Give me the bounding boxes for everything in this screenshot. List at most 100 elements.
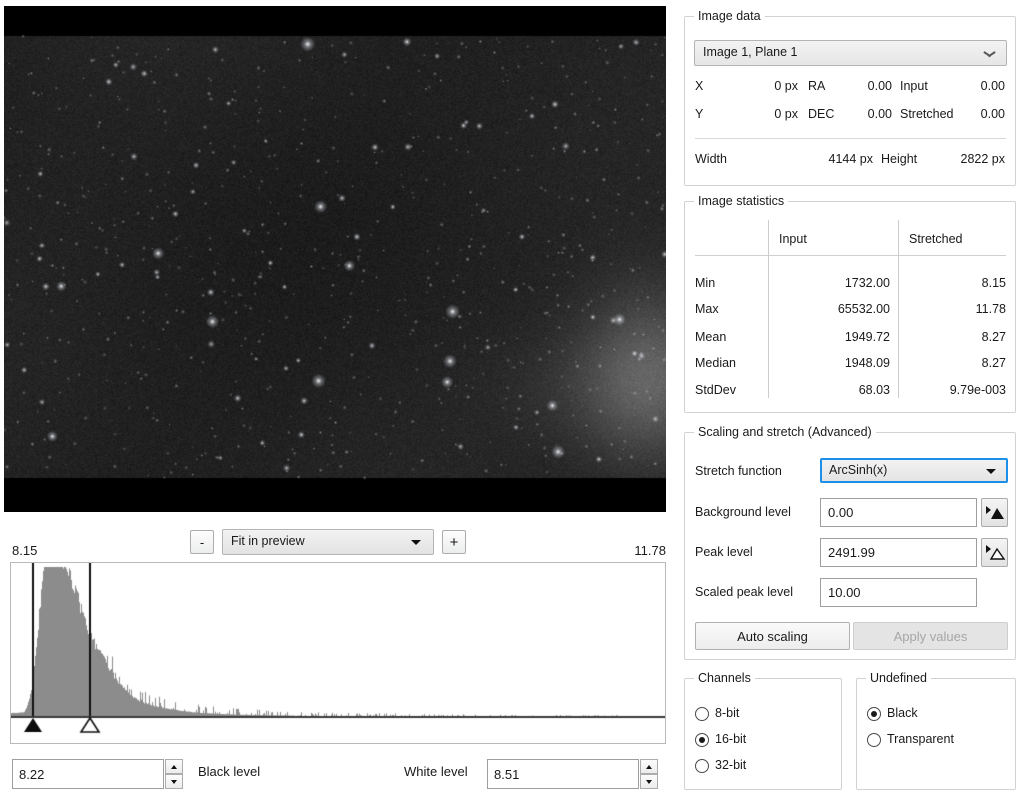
pick-white-point-icon — [986, 545, 1006, 560]
x-label: X — [695, 79, 704, 93]
black-level-stepper[interactable] — [12, 759, 184, 789]
zoom-out-button[interactable]: - — [190, 530, 214, 554]
app-window: - Fit in preview + 8.15 11.78 Black leve… — [0, 0, 1024, 806]
background-level-input[interactable] — [820, 498, 977, 527]
histogram-min-label: 8.15 — [12, 543, 38, 558]
radio-icon — [867, 733, 881, 747]
stats-row-label: Max — [695, 302, 719, 316]
level-controls: Black level White level — [0, 757, 672, 795]
stretched-value: 0.00 — [980, 107, 1005, 121]
zoom-mode-value: Fit in preview — [231, 534, 305, 548]
stretch-function-label: Stretch function — [695, 464, 782, 478]
radio-icon — [695, 707, 709, 721]
black-level-input[interactable] — [12, 759, 164, 789]
stats-row-label: Mean — [695, 330, 727, 344]
dec-label: DEC — [808, 107, 835, 121]
zoom-toolbar: - Fit in preview + — [0, 529, 672, 557]
histogram-max-label: 11.78 — [634, 543, 666, 558]
scaled-peak-level-input[interactable] — [820, 578, 977, 607]
dec-value: 0.00 — [867, 107, 892, 121]
channels-option-label: 8-bit — [715, 706, 740, 720]
right-panel: Image data Image 1, Plane 1 X 0 px RA 0.… — [672, 0, 1024, 806]
stats-row-label: Min — [695, 276, 716, 290]
scaling-stretch-group-title: Scaling and stretch (Advanced) — [694, 425, 876, 439]
scaling-stretch-group: Scaling and stretch (Advanced) Stretch f… — [684, 425, 1016, 660]
undefined-option-label: Black — [887, 706, 918, 720]
plane-select[interactable]: Image 1, Plane 1 — [694, 40, 1007, 66]
height-label: Height — [881, 152, 918, 166]
zoom-in-button[interactable]: + — [442, 530, 466, 554]
pick-background-level-button[interactable] — [981, 498, 1008, 527]
auto-scaling-button[interactable]: Auto scaling — [695, 622, 850, 650]
background-level-label: Background level — [695, 505, 791, 519]
peak-level-label: Peak level — [695, 545, 753, 559]
stretch-function-value: ArcSinh(x) — [829, 463, 888, 477]
channels-option-label: 16-bit — [715, 732, 747, 746]
stretch-function-select[interactable]: ArcSinh(x) — [820, 458, 1008, 483]
plane-select-value: Image 1, Plane 1 — [703, 45, 798, 59]
stats-row-input: 1949.72 — [844, 330, 890, 344]
chevron-down-icon — [984, 51, 995, 58]
image-data-group-title: Image data — [694, 9, 765, 23]
black-level-increment-button[interactable] — [165, 759, 183, 774]
input-label: Input — [900, 79, 928, 93]
stats-row-stretched: 8.27 — [981, 330, 1006, 344]
stats-col-stretched: Stretched — [909, 232, 963, 246]
table-divider — [768, 220, 769, 398]
stats-row-stretched: 9.79e-003 — [949, 383, 1006, 397]
stats-row-input: 1948.09 — [844, 356, 890, 370]
stats-row-input: 65532.00 — [837, 302, 890, 316]
black-level-label: Black level — [198, 764, 261, 779]
stats-row-label: StdDev — [695, 383, 736, 397]
width-value: 4144 px — [828, 152, 873, 166]
image-statistics-group-title: Image statistics — [694, 194, 789, 208]
white-level-stepper[interactable] — [487, 759, 659, 789]
stats-row-stretched: 11.78 — [975, 302, 1006, 316]
pick-peak-level-button[interactable] — [981, 538, 1008, 567]
stats-row-input: 68.03 — [858, 383, 890, 397]
input-value: 0.00 — [980, 79, 1005, 93]
table-header-rule — [695, 255, 1006, 256]
x-value: 0 px — [774, 79, 798, 93]
image-preview[interactable] — [4, 6, 666, 512]
image-statistics-group: Image statistics Input Stretched Min 173… — [684, 194, 1016, 413]
undefined-group: Undefined Black Transparent — [856, 671, 1016, 790]
chevron-down-icon — [986, 469, 996, 474]
table-divider — [898, 220, 899, 398]
histogram[interactable] — [10, 562, 666, 744]
white-level-decrement-button[interactable] — [640, 774, 658, 789]
radio-icon-selected — [695, 733, 709, 747]
white-level-increment-button[interactable] — [640, 759, 658, 774]
chevron-down-icon — [411, 540, 421, 545]
white-level-spin-arrows[interactable] — [640, 759, 658, 789]
pick-black-point-icon — [986, 506, 1004, 519]
radio-icon — [695, 759, 709, 773]
image-preview-canvas[interactable] — [4, 6, 666, 512]
channels-option-label: 32-bit — [715, 758, 747, 772]
zoom-mode-select[interactable]: Fit in preview — [222, 529, 434, 555]
image-data-group: Image data Image 1, Plane 1 X 0 px RA 0.… — [684, 9, 1016, 186]
ra-label: RA — [808, 79, 826, 93]
stats-row-stretched: 8.27 — [981, 356, 1006, 370]
radio-icon-selected — [867, 707, 881, 721]
black-level-spin-arrows[interactable] — [165, 759, 183, 789]
width-label: Width — [695, 152, 727, 166]
scaled-peak-level-label: Scaled peak level — [695, 585, 793, 599]
divider — [695, 138, 1006, 139]
stats-row-label: Median — [695, 356, 736, 370]
height-value: 2822 px — [960, 152, 1005, 166]
undefined-group-title: Undefined — [866, 671, 931, 685]
channels-group: Channels 8-bit 16-bit 32-bit — [684, 671, 842, 790]
black-level-decrement-button[interactable] — [165, 774, 183, 789]
peak-level-input[interactable] — [820, 538, 977, 567]
channels-group-title: Channels — [694, 671, 755, 685]
y-label: Y — [695, 107, 704, 121]
ra-value: 0.00 — [867, 79, 892, 93]
stats-col-input: Input — [779, 232, 807, 246]
undefined-option-label: Transparent — [887, 732, 954, 746]
apply-values-button[interactable]: Apply values — [853, 622, 1008, 650]
histogram-canvas[interactable] — [11, 563, 665, 743]
stats-row-input: 1732.00 — [844, 276, 890, 290]
white-level-input[interactable] — [487, 759, 639, 789]
white-level-label: White level — [404, 764, 468, 779]
